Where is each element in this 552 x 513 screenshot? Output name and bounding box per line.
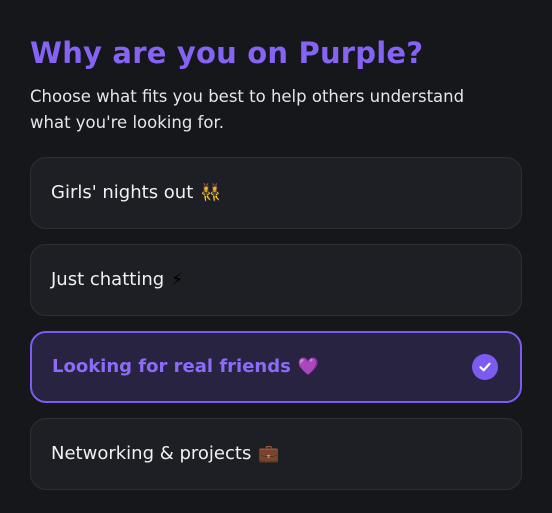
option-just-chatting[interactable]: Just chatting ⚡ — [30, 244, 522, 316]
screen: Why are you on Purple? Choose what fits … — [0, 0, 552, 513]
lightning-icon: ⚡ — [171, 270, 184, 290]
option-label: Just chatting — [51, 269, 165, 290]
option-networking-projects[interactable]: Networking & projects 💼 — [30, 418, 522, 490]
briefcase-icon: 💼 — [258, 444, 280, 464]
page-title: Why are you on Purple? — [30, 36, 424, 70]
dancing-women-icon: 👯‍♀️ — [200, 183, 222, 203]
options-list: Girls' nights out 👯‍♀️ Just chatting ⚡ L… — [30, 157, 522, 490]
option-girls-nights-out[interactable]: Girls' nights out 👯‍♀️ — [30, 157, 522, 229]
option-looking-for-real-friends[interactable]: Looking for real friends 💜 — [30, 331, 522, 403]
option-label: Networking & projects — [51, 443, 252, 464]
checkmark-icon — [472, 354, 498, 380]
option-label: Looking for real friends — [52, 356, 291, 377]
option-label: Girls' nights out — [51, 182, 194, 203]
purple-heart-icon: 💜 — [297, 357, 319, 377]
page-subtitle: Choose what fits you best to help others… — [30, 87, 465, 132]
